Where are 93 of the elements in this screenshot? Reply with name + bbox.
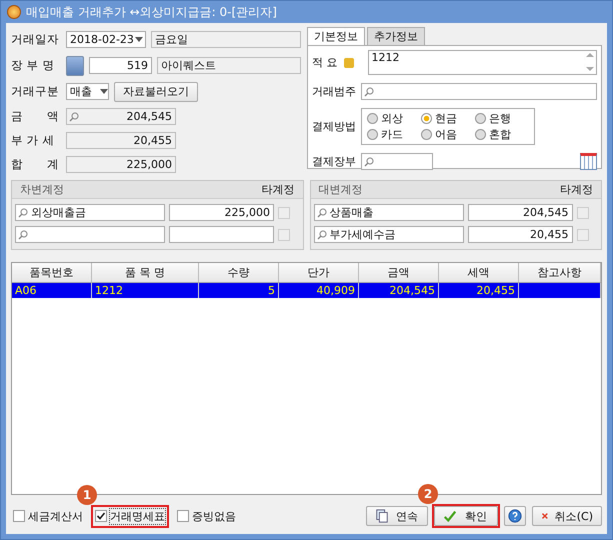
dropdown-icon[interactable] <box>100 89 108 94</box>
field-label: 결제방법 <box>312 119 357 134</box>
checkbox-label[interactable]: 증빙없음 <box>192 508 236 524</box>
help-button[interactable] <box>504 506 526 526</box>
copy-icon <box>375 509 389 523</box>
field-label: 결제장부 <box>312 154 357 169</box>
search-icon[interactable] <box>364 156 374 166</box>
field-label: 금 액 <box>11 109 60 124</box>
help-icon <box>508 509 522 523</box>
table-cell: 204,545 <box>359 283 439 298</box>
ledger-code-field[interactable]: 519 <box>89 57 152 74</box>
column-label: 타계정 <box>560 182 593 197</box>
field-label: 합 계 <box>11 157 60 172</box>
radio-icon[interactable] <box>475 113 486 124</box>
checkbox[interactable] <box>95 510 107 522</box>
search-icon[interactable] <box>18 208 28 218</box>
radio-option[interactable]: 어음 <box>421 127 475 142</box>
step-badge: 2 <box>418 484 438 504</box>
scrollbar-icon <box>586 52 594 72</box>
table-cell: 40,909 <box>279 283 359 298</box>
checkbox-label[interactable]: 세금계산서 <box>28 508 83 524</box>
checkbox[interactable] <box>576 228 588 240</box>
category-field[interactable] <box>361 83 597 100</box>
checkbox[interactable] <box>278 228 290 240</box>
radio-icon[interactable] <box>475 129 486 140</box>
amount-field: 204,545 <box>66 108 176 125</box>
radio-icon[interactable] <box>421 129 432 140</box>
radio-option[interactable]: 현금 <box>421 111 475 126</box>
column-header[interactable]: 수량 <box>199 263 279 282</box>
app-icon <box>7 5 21 19</box>
column-header[interactable]: 세액 <box>439 263 519 282</box>
continue-button[interactable]: 연속 <box>366 506 428 526</box>
field-label: 거래범주 <box>312 84 357 99</box>
account-field[interactable]: 상품매출 <box>314 204 464 221</box>
panel-title: 대변계정 <box>318 182 362 197</box>
search-icon[interactable] <box>364 86 374 96</box>
account-field[interactable] <box>15 226 165 243</box>
radio-option[interactable]: 혼합 <box>475 127 529 142</box>
field-label: 거래일자 <box>11 32 60 47</box>
date-field[interactable]: 2018-02-23 <box>66 31 146 48</box>
field-label: 적 요 <box>312 55 338 70</box>
field-label: 거래구분 <box>11 84 60 99</box>
account-field[interactable]: 외상매출금 <box>15 204 165 221</box>
column-header[interactable]: 품목번호 <box>12 263 92 282</box>
radio-icon[interactable] <box>367 113 378 124</box>
search-icon[interactable] <box>69 112 79 122</box>
checkbox[interactable] <box>576 206 588 218</box>
radio-option[interactable]: 외상 <box>367 111 421 126</box>
dropdown-icon[interactable] <box>135 37 143 42</box>
weekday-field: 금요일 <box>151 31 301 48</box>
amount-field[interactable]: 225,000 <box>169 204 274 221</box>
radio-option[interactable]: 은행 <box>475 111 529 126</box>
table-row[interactable]: A06 1212 5 40,909 204,545 20,455 <box>12 283 601 298</box>
amount-field[interactable]: 20,455 <box>468 226 572 243</box>
account-field[interactable]: 부가세예수금 <box>314 226 464 243</box>
check-icon <box>443 509 457 523</box>
panel-title: 차변계정 <box>20 182 64 197</box>
ok-button[interactable]: 확인 <box>434 506 498 526</box>
checkbox[interactable] <box>13 510 25 522</box>
ledger-name-field: 아이퀘스트 <box>157 57 301 74</box>
radio-icon[interactable] <box>367 129 378 140</box>
type-dropdown[interactable]: 매출 <box>66 83 109 100</box>
column-header[interactable]: 금액 <box>359 263 439 282</box>
calendar-icon[interactable] <box>580 153 597 170</box>
search-icon[interactable] <box>18 230 28 240</box>
checkbox[interactable] <box>177 510 189 522</box>
column-header[interactable]: 참고사항 <box>519 263 601 282</box>
checkbox[interactable] <box>278 206 290 218</box>
amount-field: 225,000 <box>66 156 176 173</box>
table-cell: 20,455 <box>439 283 519 298</box>
column-header[interactable]: 단가 <box>279 263 359 282</box>
window-title: 매입매출 거래추가 ↔외상미지급금: 0-[관리자] <box>26 4 277 20</box>
payment-ledger-field[interactable] <box>361 153 433 170</box>
amount-field: 20,455 <box>66 132 176 149</box>
amount-field[interactable] <box>169 226 274 243</box>
radio-icon[interactable] <box>421 113 432 124</box>
search-icon[interactable] <box>316 208 326 218</box>
table-cell: A06 <box>12 283 92 298</box>
tab[interactable]: 추가정보 <box>367 27 425 45</box>
memo-field[interactable]: 1212 <box>368 50 597 75</box>
checkbox-label[interactable]: 거래명세표 <box>110 508 165 524</box>
field-label: 장 부 명 <box>11 58 56 73</box>
table-cell: 1212 <box>92 283 199 298</box>
tab[interactable]: 기본정보 <box>307 27 365 45</box>
amount-field[interactable]: 204,545 <box>468 204 572 221</box>
cancel-button[interactable]: 취소(C) <box>532 506 602 526</box>
search-icon[interactable] <box>316 230 326 240</box>
radio-option[interactable]: 카드 <box>367 127 421 142</box>
column-header[interactable]: 품 목 명 <box>92 263 199 282</box>
column-label: 타계정 <box>262 182 294 197</box>
load-data-button[interactable]: 자료불러오기 <box>114 82 198 102</box>
field-label: 부 가 세 <box>11 133 56 148</box>
table-cell: 5 <box>199 283 279 298</box>
